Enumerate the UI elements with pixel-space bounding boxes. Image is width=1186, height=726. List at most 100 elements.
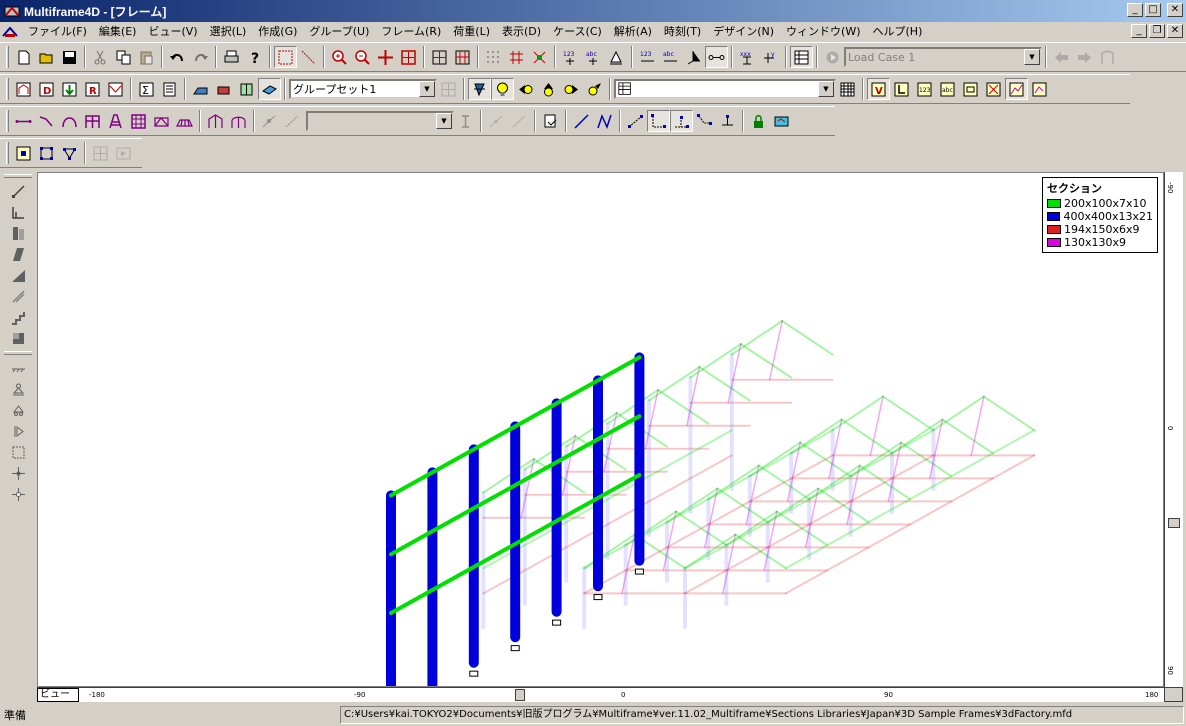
light-1-button[interactable] xyxy=(491,78,514,100)
node-align-button[interactable] xyxy=(647,110,670,132)
group-set-combo[interactable]: グループセット1 ▼ xyxy=(289,79,437,99)
support-marker[interactable] xyxy=(510,645,520,652)
section-combo[interactable]: ▼ xyxy=(306,111,454,131)
section-library-button[interactable] xyxy=(454,110,477,132)
document-icon[interactable] xyxy=(2,25,18,39)
light-5-button[interactable] xyxy=(583,78,606,100)
rafter[interactable] xyxy=(657,389,710,425)
title-bar[interactable]: Multiframe4D - [フレーム] _ □ ✕ xyxy=(0,0,1186,22)
left-tool-node-add[interactable] xyxy=(4,463,32,484)
draw-pratt-truss-button[interactable] xyxy=(173,110,196,132)
draw-grid-button[interactable] xyxy=(127,110,150,132)
left-tool-diagonal[interactable] xyxy=(4,181,32,202)
menu-design[interactable]: デザイン(N) xyxy=(707,23,780,40)
vertical-ruler[interactable]: -90 0 90 xyxy=(1164,172,1183,687)
draw-beam-button[interactable] xyxy=(12,110,35,132)
menu-group[interactable]: グループ(U) xyxy=(303,23,375,40)
new-button[interactable] xyxy=(12,46,35,68)
light-3-button[interactable] xyxy=(537,78,560,100)
split-member-button[interactable] xyxy=(485,110,508,132)
close-button[interactable]: ✕ xyxy=(1167,3,1183,17)
rafter[interactable] xyxy=(831,395,884,432)
show-members-button[interactable]: abc xyxy=(659,46,682,68)
horizontal-ruler-handle[interactable] xyxy=(515,689,525,701)
join-member-button[interactable] xyxy=(508,110,531,132)
member-orientation-button[interactable]: y xyxy=(759,46,782,68)
table-button[interactable] xyxy=(790,46,813,68)
menu-time[interactable]: 時刻(T) xyxy=(658,23,707,40)
draw-arc-button[interactable] xyxy=(58,110,81,132)
node-distribute-button[interactable] xyxy=(670,110,693,132)
left-tool-fixed-support[interactable] xyxy=(4,358,32,379)
left-tool-node-move[interactable] xyxy=(4,484,32,505)
group-set-dropdown-icon[interactable]: ▼ xyxy=(419,81,435,97)
left-tool-brace[interactable] xyxy=(4,286,32,307)
result-window-button[interactable]: R xyxy=(81,78,104,100)
menu-create[interactable]: 作成(G) xyxy=(252,23,303,40)
menu-select[interactable]: 選択(L) xyxy=(204,23,253,40)
toolbar-grip[interactable] xyxy=(6,142,9,164)
select-line-button[interactable] xyxy=(297,46,320,68)
left-tool-free[interactable] xyxy=(4,442,32,463)
help-button[interactable]: ? xyxy=(243,46,266,68)
node-support-button[interactable] xyxy=(716,110,739,132)
view-tab[interactable]: ビュー xyxy=(37,688,79,702)
light-4-button[interactable] xyxy=(560,78,583,100)
light-2-button[interactable] xyxy=(514,78,537,100)
support-marker[interactable] xyxy=(593,594,603,601)
copy-button[interactable] xyxy=(112,46,135,68)
snap-grid-button[interactable] xyxy=(505,46,528,68)
toolbar-grip[interactable] xyxy=(6,110,9,132)
summary-window-button[interactable]: Σ xyxy=(135,78,158,100)
left-tool-roller-support[interactable] xyxy=(4,400,32,421)
group-dropdown-icon[interactable]: ▼ xyxy=(818,81,834,97)
group-combo[interactable]: ▼ xyxy=(614,79,836,99)
redo-button[interactable] xyxy=(189,46,212,68)
pan-button[interactable] xyxy=(374,46,397,68)
rafter[interactable] xyxy=(739,343,793,379)
support-marker[interactable] xyxy=(634,568,644,575)
show-chart-button[interactable] xyxy=(1028,78,1051,100)
menu-analyze[interactable]: 解析(A) xyxy=(608,23,658,40)
left-tool-pin-support[interactable] xyxy=(4,379,32,400)
frame-window-button[interactable] xyxy=(12,78,35,100)
menu-view[interactable]: ビュー(V) xyxy=(142,23,203,40)
menu-load[interactable]: 荷重(L) xyxy=(447,23,496,40)
menu-window[interactable]: ウィンドウ(W) xyxy=(780,23,866,40)
draw-truss-button[interactable] xyxy=(150,110,173,132)
deflection-window-button[interactable]: D xyxy=(35,78,58,100)
label-members-button[interactable]: abc xyxy=(582,46,605,68)
draw-member-button[interactable] xyxy=(570,110,593,132)
vertical-ruler-handle[interactable] xyxy=(1168,518,1180,528)
left-toolbar-grip-2[interactable] xyxy=(4,351,32,355)
mdi-restore-button[interactable]: ❐ xyxy=(1149,24,1165,38)
print-button[interactable] xyxy=(220,46,243,68)
left-tool-column[interactable] xyxy=(4,223,32,244)
menu-edit[interactable]: 編集(E) xyxy=(93,23,143,40)
rafter[interactable] xyxy=(982,395,1036,432)
load-window-button[interactable] xyxy=(58,78,81,100)
mdi-minimize-button[interactable]: _ xyxy=(1131,24,1147,38)
case-frame-button[interactable] xyxy=(1096,46,1119,68)
show-nodes-button[interactable]: 123 xyxy=(636,46,659,68)
zoom-extents-button[interactable] xyxy=(397,46,420,68)
section-view-button[interactable] xyxy=(189,78,212,100)
snap-node-button[interactable] xyxy=(528,46,551,68)
play-button[interactable] xyxy=(821,46,844,68)
support-marker[interactable] xyxy=(469,670,479,677)
paste-button[interactable] xyxy=(135,46,158,68)
zoom-out-button[interactable] xyxy=(351,46,374,68)
lighting-button[interactable] xyxy=(468,78,491,100)
rafter[interactable] xyxy=(882,395,935,432)
menu-display[interactable]: 表示(D) xyxy=(496,23,547,40)
label-sections-button[interactable]: xxx xyxy=(736,46,759,68)
frame-view-button[interactable] xyxy=(428,46,451,68)
minimize-button[interactable]: _ xyxy=(1127,3,1143,17)
maximize-button[interactable]: □ xyxy=(1145,3,1161,17)
section-solid-button[interactable] xyxy=(212,78,235,100)
left-tool-slope[interactable] xyxy=(4,244,32,265)
grid-button[interactable] xyxy=(482,46,505,68)
3d-frame-model[interactable] xyxy=(38,173,1164,687)
select-triangle-button[interactable] xyxy=(58,142,81,164)
previous-case-button[interactable] xyxy=(1050,46,1073,68)
